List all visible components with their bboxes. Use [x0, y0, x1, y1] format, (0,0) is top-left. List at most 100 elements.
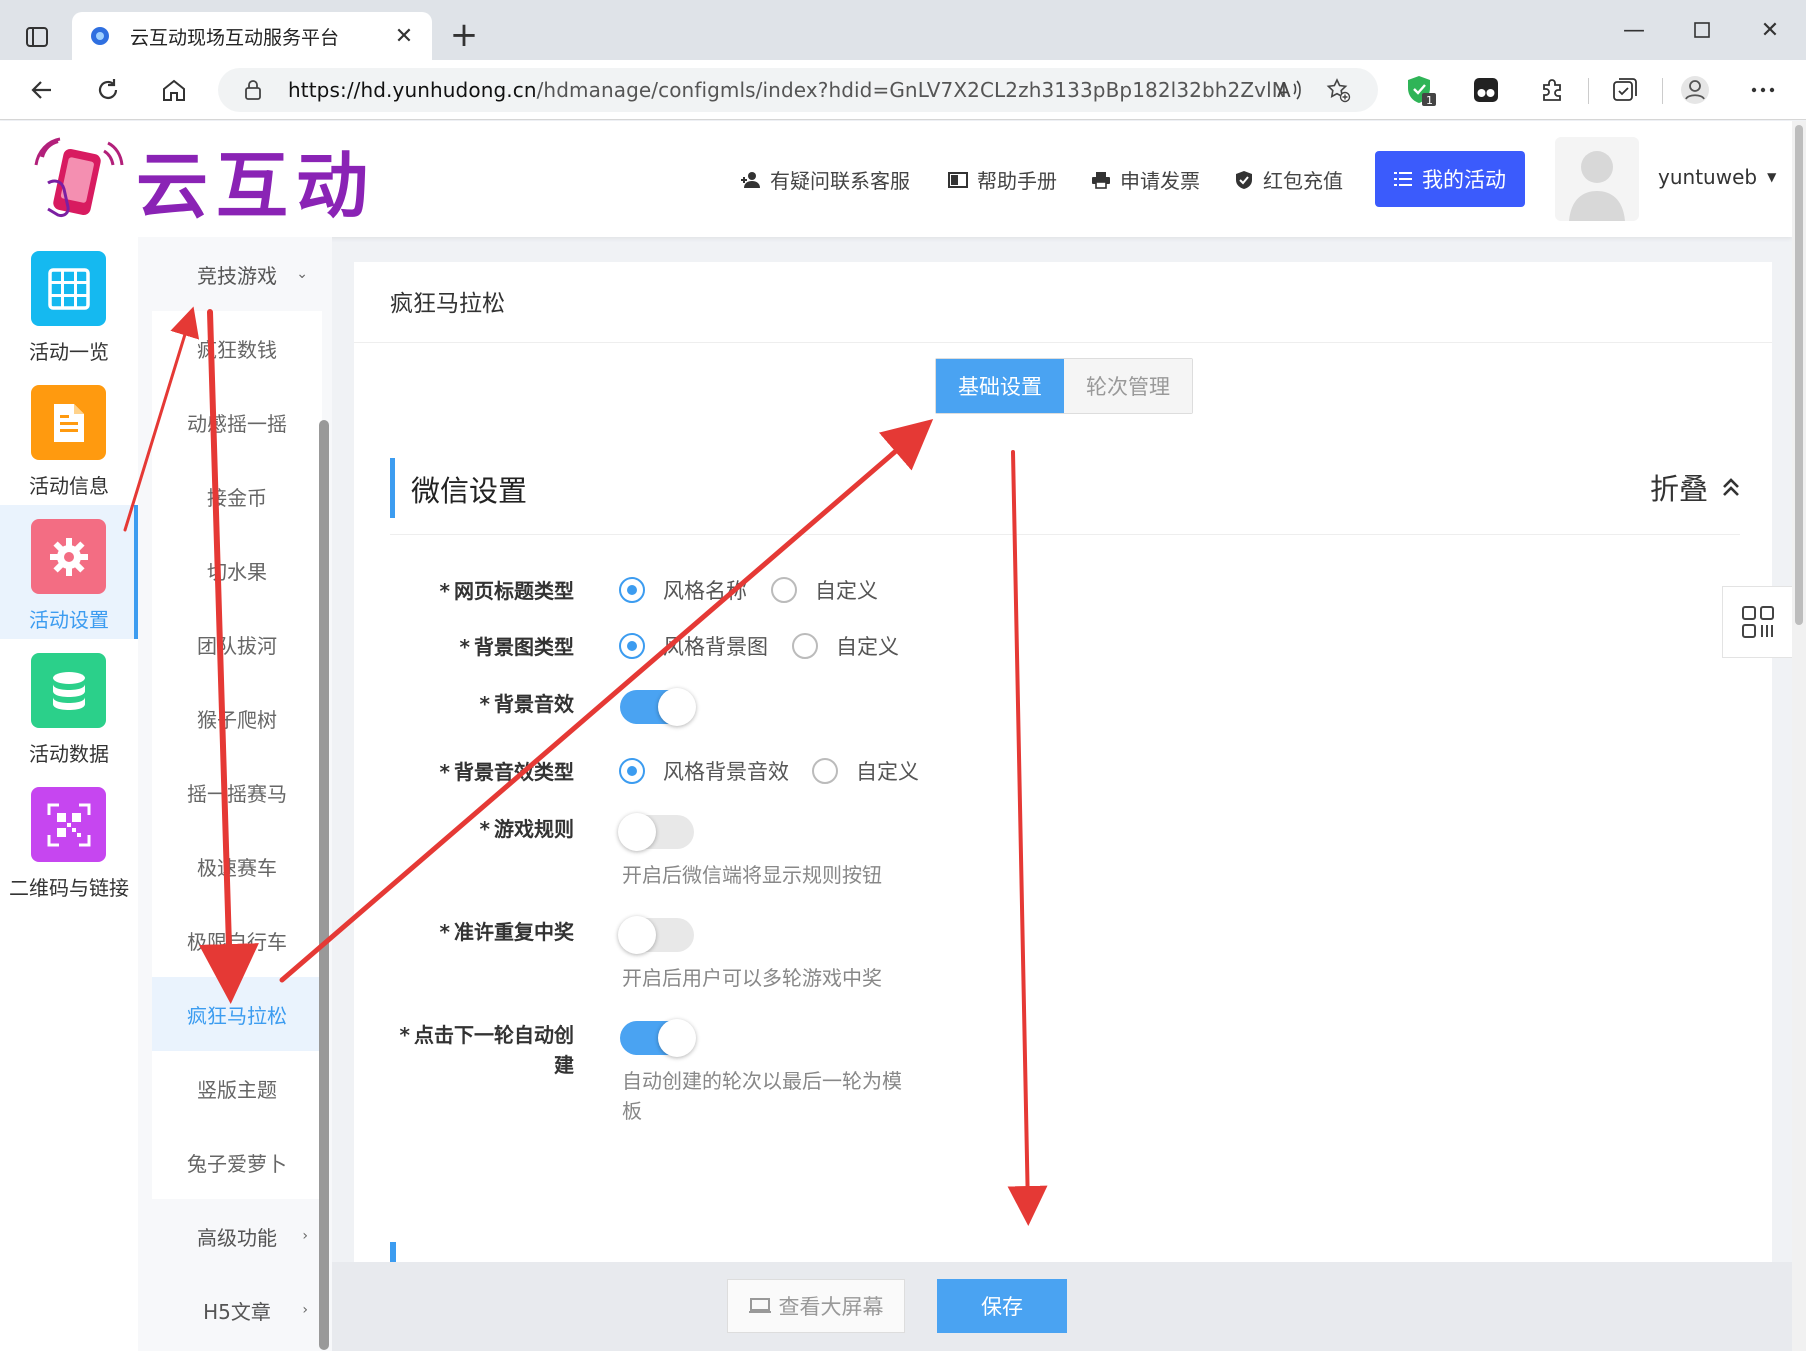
submenu-item[interactable]: 疯狂数钱 — [152, 311, 322, 385]
logo-text: 云互动 — [136, 143, 377, 228]
main-icon-nav: 活动一览 活动信息 活动设置 活动数据 二维码与链接 — [0, 237, 138, 1351]
submenu-item[interactable]: 接金币 — [152, 459, 322, 533]
minimize-icon[interactable]: — — [1604, 10, 1664, 50]
field-label: * 点击下一轮自动创建 — [399, 1023, 574, 1077]
settings-tabs: 基础设置 轮次管理 — [935, 358, 1193, 414]
tampermonkey-extension-icon[interactable] — [1466, 70, 1506, 110]
read-aloud-icon[interactable]: A — [1270, 68, 1310, 112]
field-label: * 背景音效类型 — [439, 760, 574, 784]
qrcode-grid-icon — [1742, 606, 1774, 638]
favorite-add-icon[interactable] — [1318, 68, 1358, 112]
view-big-screen-button[interactable]: 查看大屏幕 — [727, 1279, 905, 1333]
scrollbar-thumb[interactable] — [1795, 125, 1803, 625]
field-label: * 背景音效 — [479, 692, 574, 716]
radio-custom[interactable]: 自定义 — [792, 631, 899, 661]
submenu-item[interactable]: 猴子爬树 — [152, 681, 322, 755]
maximize-icon[interactable] — [1672, 10, 1732, 50]
submenu-item-crazy-marathon[interactable]: 疯狂马拉松 — [152, 977, 322, 1051]
browser-tab[interactable]: 云互动现场互动服务平台 ✕ — [72, 12, 432, 60]
gear-icon — [31, 519, 106, 594]
site-favicon-icon — [88, 24, 112, 48]
shield-extension-icon[interactable]: 1 — [1401, 70, 1441, 110]
more-options-icon[interactable] — [1743, 70, 1783, 110]
auto-create-next-round-switch[interactable] — [620, 1019, 696, 1057]
svg-text:A: A — [1277, 78, 1291, 102]
radio-dot — [619, 633, 645, 659]
submenu-item[interactable]: 极速赛车 — [152, 829, 322, 903]
chevron-right-icon: › — [302, 1228, 308, 1244]
nav-qrcode-links[interactable]: 二维码与链接 — [0, 773, 138, 907]
field-hint: 自动创建的轮次以最后一轮为模板 — [622, 1069, 902, 1123]
page-scrollbar[interactable] — [1792, 121, 1806, 1351]
document-icon — [31, 385, 106, 460]
submenu-item[interactable]: 切水果 — [152, 533, 322, 607]
svg-text:1: 1 — [1426, 94, 1433, 107]
my-activity-button[interactable]: 我的活动 — [1375, 151, 1525, 207]
submenu-item[interactable]: 动感摇一摇 — [152, 385, 322, 459]
nav-activity-overview[interactable]: 活动一览 — [0, 237, 138, 371]
help-manual-link[interactable]: 帮助手册 — [947, 165, 1057, 194]
browser-tab-bar: 云互动现场互动服务平台 ✕ + — ✕ — [0, 0, 1806, 60]
red-packet-recharge-link[interactable]: 红包充值 — [1233, 165, 1343, 194]
floating-qrcode-button[interactable] — [1722, 586, 1794, 658]
radio-style-sound[interactable]: 风格背景音效 — [619, 756, 789, 786]
submenu-group-advanced[interactable]: 高级功能 › — [152, 1199, 322, 1273]
submenu-item[interactable]: 竖版主题 — [152, 1051, 322, 1125]
tab-basic-settings[interactable]: 基础设置 — [936, 359, 1064, 413]
page-title: 疯狂马拉松 — [390, 291, 505, 317]
radio-style-background[interactable]: 风格背景图 — [619, 631, 768, 661]
switch-knob — [658, 688, 696, 726]
apply-invoice-link[interactable]: 申请发票 — [1090, 165, 1200, 194]
background-sound-switch[interactable] — [620, 688, 696, 726]
new-tab-icon[interactable]: + — [444, 16, 484, 56]
radio-custom[interactable]: 自定义 — [812, 756, 919, 786]
submenu-group-h5-articles[interactable]: H5文章 › — [152, 1273, 322, 1347]
contact-support-link[interactable]: 有疑问联系客服 — [740, 165, 910, 194]
game-rules-switch[interactable] — [618, 813, 694, 851]
add-user-icon — [740, 169, 762, 191]
lock-icon[interactable] — [242, 79, 264, 101]
tab-actions-icon[interactable] — [18, 18, 56, 56]
url-input[interactable]: https://hd.yunhudong.cn/hdmanage/configm… — [218, 68, 1378, 112]
logo-phone-icon — [34, 137, 124, 217]
browser-address-bar: https://hd.yunhudong.cn/hdmanage/configm… — [0, 60, 1806, 120]
submenu-group-competitive-games[interactable]: 竞技游戏 ⌄ — [152, 237, 322, 311]
field-label: * 准许重复中奖 — [439, 920, 574, 944]
wechat-settings-section-header: 微信设置 折叠 — [390, 458, 1740, 518]
list-icon — [1394, 172, 1412, 186]
radio-custom[interactable]: 自定义 — [771, 575, 878, 605]
radio-dot — [619, 577, 645, 603]
collections-icon[interactable] — [1605, 70, 1645, 110]
tab-close-icon[interactable]: ✕ — [392, 24, 416, 49]
grid-icon — [31, 251, 106, 326]
nav-activity-info[interactable]: 活动信息 — [0, 371, 138, 505]
radio-style-name[interactable]: 风格名称 — [619, 575, 747, 605]
user-menu[interactable]: yuntuweb ▼ — [1658, 165, 1776, 189]
submenu-scrollbar[interactable] — [319, 420, 329, 1350]
book-icon — [947, 169, 969, 191]
submenu-item[interactable]: 兔子爱萝卜 — [152, 1125, 322, 1199]
save-button[interactable]: 保存 — [937, 1279, 1067, 1333]
extensions-puzzle-icon[interactable] — [1532, 70, 1572, 110]
toolbar-separator — [1662, 78, 1663, 104]
app-header: 云互动 有疑问联系客服 帮助手册 申请发票 红包充值 我的活动 yuntuweb… — [0, 121, 1792, 237]
nav-activity-data[interactable]: 活动数据 — [0, 639, 138, 773]
home-icon[interactable] — [154, 70, 194, 110]
refresh-icon[interactable] — [88, 70, 128, 110]
caret-down-icon: ▼ — [1767, 170, 1777, 184]
close-window-icon[interactable]: ✕ — [1740, 10, 1800, 50]
submenu-item[interactable]: 极限自行车 — [152, 903, 322, 977]
profile-icon[interactable] — [1675, 70, 1715, 110]
nav-activity-settings[interactable]: 活动设置 — [0, 505, 138, 639]
logo[interactable]: 云互动 — [34, 137, 376, 228]
submenu-item[interactable]: 团队拔河 — [152, 607, 322, 681]
submenu-item[interactable]: 摇一摇赛马 — [152, 755, 322, 829]
back-icon[interactable] — [22, 70, 62, 110]
tab-title: 云互动现场互动服务平台 — [130, 26, 340, 49]
repeat-win-switch[interactable] — [618, 916, 694, 954]
collapse-toggle[interactable]: 折叠 — [1650, 466, 1740, 508]
tab-round-management[interactable]: 轮次管理 — [1064, 359, 1192, 413]
radio-dot — [619, 758, 645, 784]
avatar[interactable] — [1555, 137, 1639, 221]
field-label: * 背景图类型 — [459, 635, 574, 659]
